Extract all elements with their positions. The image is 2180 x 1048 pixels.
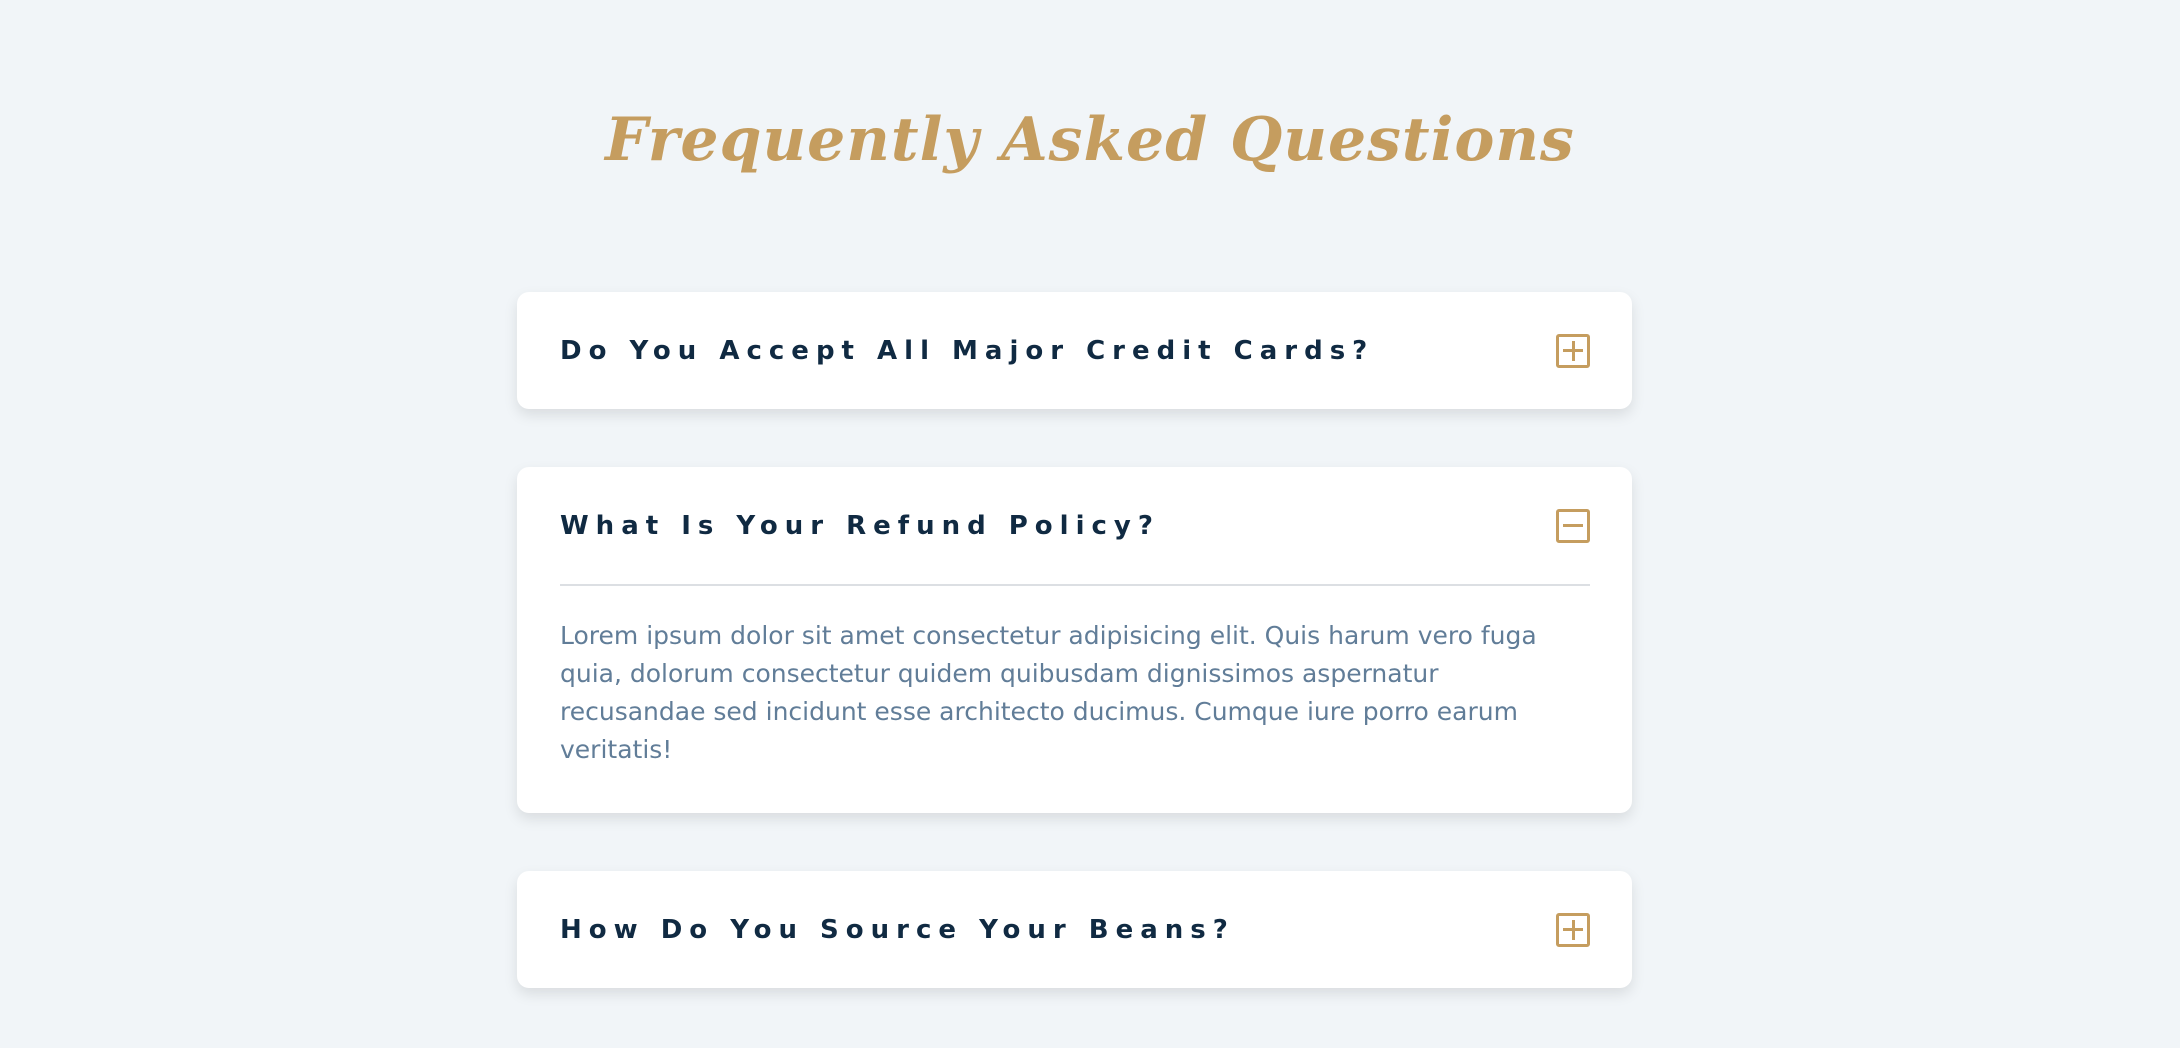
page-title: Frequently Asked Questions bbox=[605, 105, 1575, 175]
faq-answer: Lorem ipsum dolor sit amet consectetur a… bbox=[560, 621, 1537, 764]
plus-square-icon[interactable] bbox=[1556, 333, 1590, 368]
faq-item-refund-policy: What Is Your Refund Policy? Lorem ipsum … bbox=[517, 467, 1632, 813]
faq-question-header[interactable]: What Is Your Refund Policy? bbox=[517, 467, 1632, 584]
faq-question-header[interactable]: How Do You Source Your Beans? bbox=[517, 871, 1632, 988]
plus-square-icon[interactable] bbox=[1556, 912, 1590, 947]
faq-question: What Is Your Refund Policy? bbox=[560, 510, 1160, 541]
faq-question: Do You Accept All Major Credit Cards? bbox=[560, 335, 1375, 366]
faq-list: Do You Accept All Major Credit Cards? Wh… bbox=[517, 292, 1632, 1046]
faq-question: How Do You Source Your Beans? bbox=[560, 914, 1235, 945]
faq-answer-panel: Lorem ipsum dolor sit amet consectetur a… bbox=[517, 584, 1632, 813]
faq-question-header[interactable]: Do You Accept All Major Credit Cards? bbox=[517, 292, 1632, 409]
divider bbox=[560, 584, 1590, 586]
faq-page: Frequently Asked Questions Do You Accept… bbox=[0, 0, 2180, 1048]
minus-square-icon[interactable] bbox=[1556, 508, 1590, 543]
faq-item-source-beans: How Do You Source Your Beans? bbox=[517, 871, 1632, 988]
faq-item-credit-cards: Do You Accept All Major Credit Cards? bbox=[517, 292, 1632, 409]
